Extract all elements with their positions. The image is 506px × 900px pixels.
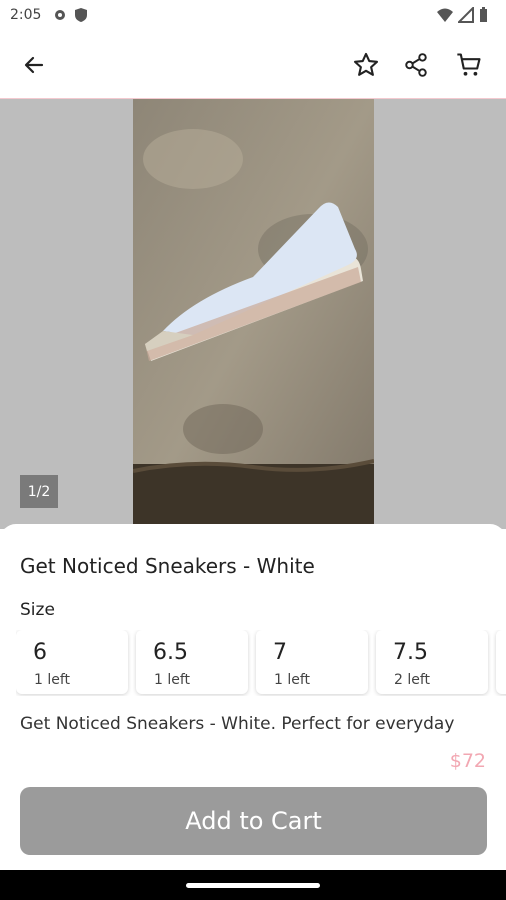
share-button[interactable] bbox=[398, 47, 434, 83]
battery-icon bbox=[480, 7, 487, 22]
settings-icon bbox=[55, 10, 65, 20]
status-time: 2:05 bbox=[10, 7, 42, 23]
size-value: 7.5 bbox=[393, 640, 428, 665]
share-icon bbox=[405, 53, 427, 77]
size-option-partial[interactable] bbox=[496, 630, 506, 694]
size-option[interactable]: 6.5 1 left bbox=[136, 630, 248, 694]
size-value: 7 bbox=[273, 640, 287, 665]
home-indicator[interactable] bbox=[186, 883, 320, 888]
size-option[interactable]: 6 1 left bbox=[16, 630, 128, 694]
product-title: Get Noticed Sneakers - White bbox=[20, 554, 315, 578]
add-to-cart-button[interactable]: Add to Cart bbox=[20, 787, 487, 855]
size-value: 6 bbox=[33, 640, 47, 665]
wifi-icon bbox=[437, 8, 453, 22]
cart-button[interactable] bbox=[451, 47, 487, 83]
app-bar bbox=[0, 32, 506, 99]
size-stock: 1 left bbox=[154, 672, 191, 688]
size-option[interactable]: 7.5 2 left bbox=[376, 630, 488, 694]
shield-icon bbox=[75, 8, 87, 22]
status-icons-right bbox=[436, 7, 488, 23]
size-stock: 1 left bbox=[274, 672, 311, 688]
size-option[interactable]: 7 1 left bbox=[256, 630, 368, 694]
favorite-button[interactable] bbox=[348, 47, 384, 83]
status-bar: 2:05 bbox=[0, 0, 506, 32]
star-icon bbox=[353, 52, 379, 76]
product-image-gallery[interactable]: 1/2 bbox=[0, 99, 506, 529]
arrow-left-icon bbox=[24, 56, 44, 74]
size-stock: 2 left bbox=[394, 672, 431, 688]
system-nav-bar bbox=[0, 870, 506, 900]
image-counter: 1/2 bbox=[20, 475, 58, 508]
product-description: Get Noticed Sneakers - White. Perfect fo… bbox=[20, 714, 455, 734]
size-selector: 6 1 left 6.5 1 left 7 1 left 7.5 2 left bbox=[16, 630, 506, 696]
product-photo bbox=[133, 99, 374, 529]
status-icons-left bbox=[52, 7, 88, 23]
size-stock: 1 left bbox=[34, 672, 71, 688]
size-value: 6.5 bbox=[153, 640, 188, 665]
sheet-divider bbox=[0, 734, 506, 752]
product-details-sheet: Get Noticed Sneakers - White Size 6 1 le… bbox=[0, 524, 506, 900]
product-price: $72 bbox=[449, 750, 486, 772]
back-button[interactable] bbox=[16, 47, 52, 83]
signal-icon bbox=[458, 7, 474, 23]
cart-icon bbox=[457, 53, 481, 76]
size-label: Size bbox=[20, 600, 55, 620]
